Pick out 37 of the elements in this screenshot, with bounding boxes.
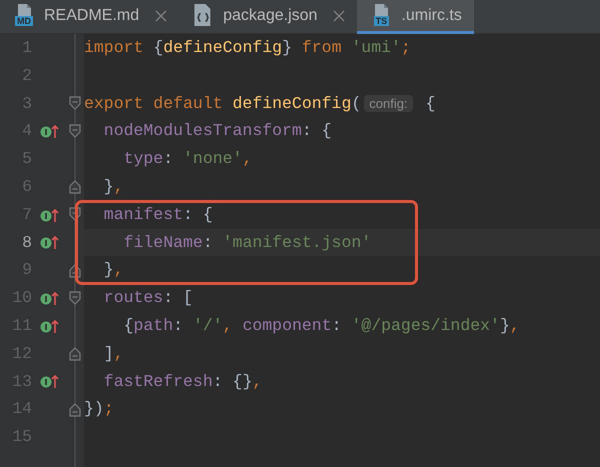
implemented-marker-icon[interactable] xyxy=(40,206,60,223)
code-line: }, xyxy=(102,176,124,198)
fold-icon[interactable] xyxy=(69,124,81,139)
file-tab[interactable]: TS .umirc.ts xyxy=(357,0,474,34)
code-line: import {defineConfig} from 'umi'; xyxy=(84,37,411,59)
implemented-marker-icon[interactable] xyxy=(40,290,60,306)
fold-icon[interactable] xyxy=(69,207,81,222)
file-type-label: TS xyxy=(374,16,390,26)
code-line: }); xyxy=(84,398,114,420)
parameter-hint: config: xyxy=(364,94,413,112)
line-number: 8 xyxy=(21,232,33,254)
code-line: ], xyxy=(102,342,124,365)
file-icon xyxy=(16,4,32,18)
code-line: type: 'none', xyxy=(122,148,252,170)
implemented-marker-icon[interactable] xyxy=(40,318,60,334)
file-tab[interactable]: package.json xyxy=(179,0,358,34)
code-line: fastRefresh: {}, xyxy=(102,370,262,393)
code-line: manifest: { xyxy=(102,204,213,226)
fold-icon[interactable] xyxy=(69,262,81,278)
file-icon xyxy=(373,4,390,18)
fold-icon[interactable] xyxy=(69,179,81,194)
implemented-marker-icon[interactable] xyxy=(40,373,60,390)
code-line: {path: '/', component: '@/pages/index'}, xyxy=(122,314,520,337)
implemented-marker-icon[interactable] xyxy=(40,123,60,140)
file-type-label: MD xyxy=(15,16,33,26)
code-line: export default defineConfig( config: { xyxy=(84,92,436,115)
code-line: routes: [ xyxy=(102,287,193,310)
fold-icon[interactable] xyxy=(69,402,81,417)
implemented-marker-icon[interactable] xyxy=(40,234,60,250)
file-tab[interactable]: MD README.md xyxy=(0,0,180,34)
code-line: nodeModulesTransform: { xyxy=(102,120,332,142)
code-line: }, xyxy=(102,259,124,282)
file-icon xyxy=(193,4,214,26)
fold-icon[interactable] xyxy=(69,96,81,111)
code-line: fileName: 'manifest.json' xyxy=(122,232,372,254)
fold-icon[interactable] xyxy=(69,346,81,362)
fold-icon[interactable] xyxy=(69,290,81,306)
